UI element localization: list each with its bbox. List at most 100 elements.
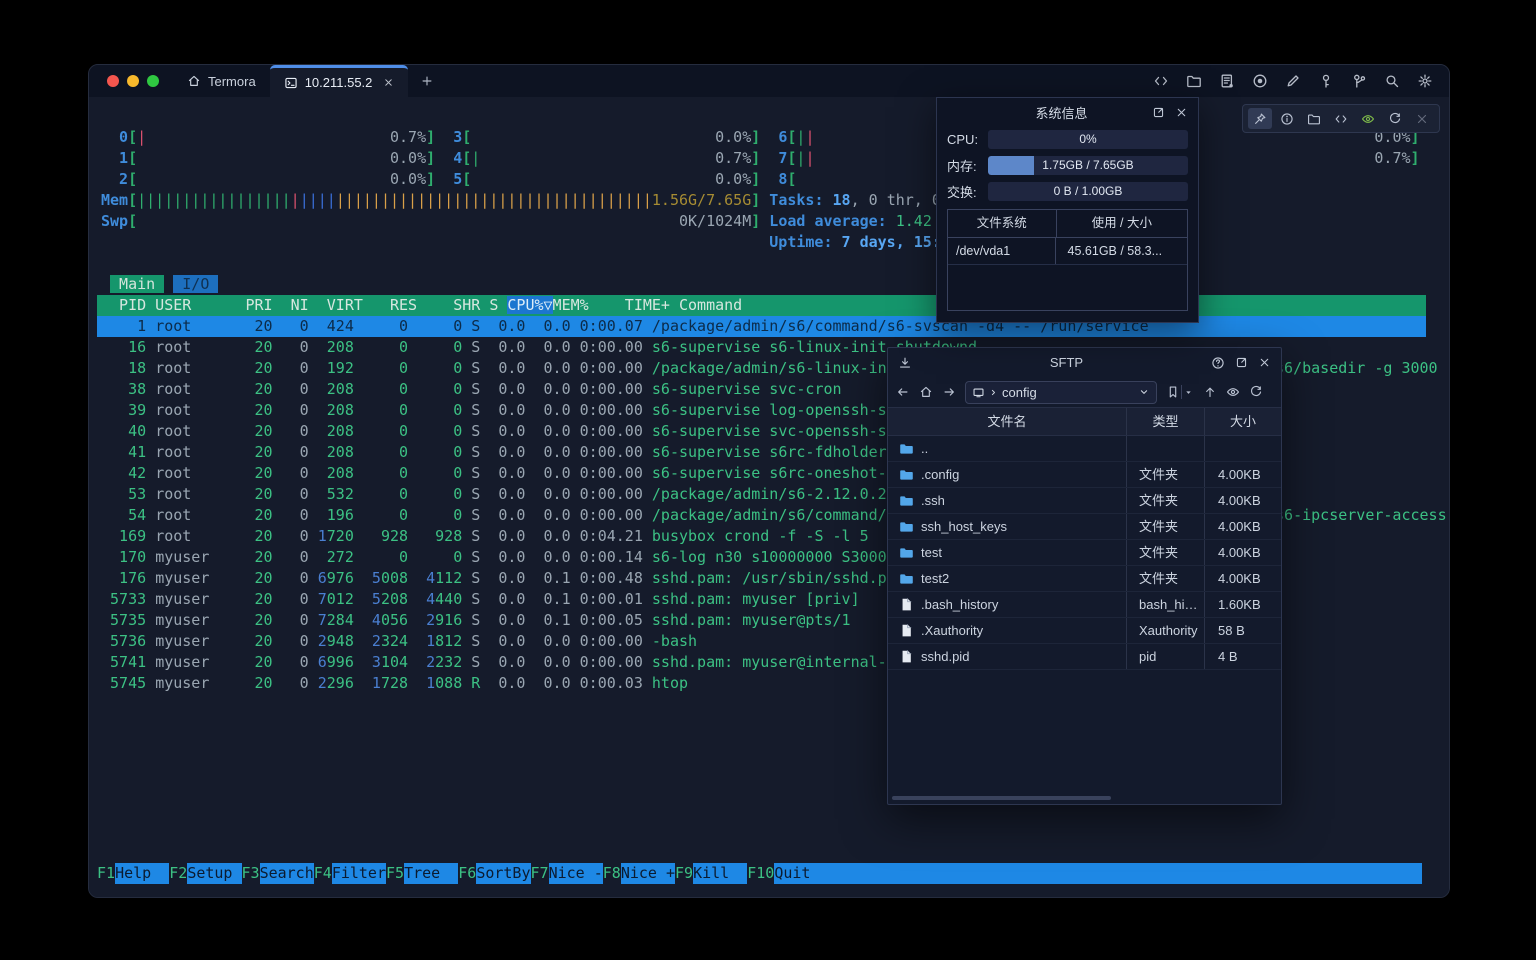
chevron-down-icon[interactable] [1138, 386, 1150, 398]
sftp-file-row[interactable]: .bash_historybash_history1.60KB [888, 592, 1281, 618]
fkey-f1: F1 [97, 863, 115, 884]
fkey-f9-button[interactable]: Kill [693, 863, 747, 884]
system-info-title: 系统信息 [947, 103, 1142, 122]
file-name: test [921, 540, 942, 565]
horizontal-scrollbar[interactable] [892, 796, 1111, 800]
help-icon[interactable] [1211, 356, 1225, 370]
close-icon[interactable] [1175, 106, 1188, 119]
sftp-title: SFTP [922, 355, 1201, 370]
settings-icon[interactable] [1417, 73, 1433, 89]
fkey-f5-button[interactable]: Tree [404, 863, 458, 884]
cpu-meter-row: 0[| 0.7%] 3[ 0.0%] 6[|| 0.0%] [97, 127, 1426, 148]
pin-icon[interactable] [1248, 108, 1272, 129]
new-tab-button[interactable] [408, 65, 446, 97]
sys-metric-row: 交换:0 B / 1.00GB [937, 178, 1198, 204]
log-icon[interactable] [1219, 73, 1235, 89]
file-name: .bash_history [921, 592, 998, 617]
tab-session[interactable]: 10.211.55.2 [270, 65, 409, 97]
fkey-f2: F2 [169, 863, 187, 884]
floating-toolbar [1242, 104, 1440, 133]
process-row: 1 root 20 0 424 0 0 S 0.0 0.0 0:00.07 /p… [97, 316, 1426, 337]
close-icon[interactable] [1410, 108, 1434, 129]
external-icon[interactable] [1235, 356, 1248, 369]
folder-icon[interactable] [1302, 108, 1326, 129]
folder-icon [899, 441, 914, 456]
close-icon[interactable] [1258, 356, 1271, 369]
close-window-button[interactable] [107, 75, 119, 87]
up-icon[interactable] [1203, 385, 1217, 399]
record-icon[interactable] [1252, 73, 1268, 89]
fkey-f1-button[interactable]: Help [115, 863, 169, 884]
sftp-file-row[interactable]: test2文件夹4.00KB [888, 566, 1281, 592]
fkey-f4-button[interactable]: Filter [332, 863, 386, 884]
column-header-name[interactable]: 文件名 [888, 408, 1126, 435]
blank-row [97, 253, 1426, 274]
sftp-toolbar: config [888, 377, 1281, 407]
file-type: Xauthority [1126, 618, 1204, 643]
sftp-header-row: 文件名 类型 大小 [888, 407, 1281, 436]
folder-icon [899, 571, 914, 586]
minimize-window-button[interactable] [127, 75, 139, 87]
fkey-f7-button[interactable]: Nice - [549, 863, 603, 884]
home-icon[interactable] [919, 385, 933, 399]
fkey-f3-button[interactable]: Search [260, 863, 314, 884]
folder-icon [899, 519, 914, 534]
fs-row[interactable]: /dev/vda145.61GB / 58.3... [948, 238, 1187, 265]
code-icon[interactable] [1153, 73, 1169, 89]
sftp-file-row[interactable]: .config文件夹4.00KB [888, 462, 1281, 488]
refresh-icon[interactable] [1383, 108, 1407, 129]
file-name: .. [921, 436, 928, 461]
tab-session-label: 10.211.55.2 [305, 75, 373, 90]
cpu-meter-row: 1[ 0.0%] 4[| 0.7%] 7[|| 0.7%] [97, 148, 1426, 169]
sftp-file-row[interactable]: .ssh文件夹4.00KB [888, 488, 1281, 514]
file-type: bash_history [1126, 592, 1204, 617]
code-icon[interactable] [1329, 108, 1353, 129]
zoom-window-button[interactable] [147, 75, 159, 87]
tab-home[interactable]: Termora [173, 65, 270, 97]
search-icon[interactable] [1384, 73, 1400, 89]
caret-down-icon[interactable] [1183, 387, 1194, 398]
path-input[interactable]: config [965, 381, 1157, 404]
fkey-f6-button[interactable]: SortBy [476, 863, 530, 884]
filesystem-table: 文件系统 使用 / 大小 /dev/vda145.61GB / 58.3... [947, 209, 1188, 311]
system-info-panel: 系统信息 CPU:0%内存:1.75GB / 7.65GB交换:0 B / 1.… [936, 97, 1199, 323]
titlebar-actions [1153, 65, 1449, 97]
file-icon [899, 597, 914, 612]
column-header-type[interactable]: 类型 [1126, 408, 1204, 435]
folder-icon[interactable] [1186, 73, 1202, 89]
sftp-file-row[interactable]: sshd.pidpid4 B [888, 644, 1281, 670]
column-header-size[interactable]: 大小 [1204, 408, 1281, 435]
back-icon[interactable] [896, 385, 910, 399]
refresh-icon[interactable] [1249, 385, 1263, 399]
fkey-f10: F10 [747, 863, 774, 884]
sftp-file-row[interactable]: test文件夹4.00KB [888, 540, 1281, 566]
sys-metric-value: 0% [988, 130, 1188, 149]
info-icon[interactable] [1275, 108, 1299, 129]
file-type [1126, 436, 1204, 461]
fkey-f5: F5 [386, 863, 404, 884]
key-icon[interactable] [1318, 73, 1334, 89]
file-size: 4.00KB [1204, 488, 1281, 513]
close-tab-icon[interactable] [383, 77, 394, 88]
folder-icon [899, 467, 914, 482]
computer-icon [972, 386, 985, 399]
fkey-f10-button[interactable]: Quit [774, 863, 828, 884]
sftp-file-row[interactable]: .XauthorityXauthority58 B [888, 618, 1281, 644]
file-type: 文件夹 [1126, 566, 1204, 591]
external-icon[interactable] [1152, 106, 1165, 119]
terminal-icon [284, 76, 298, 90]
edit-icon[interactable] [1285, 73, 1301, 89]
htop-function-bar: F1Help F2Setup F3SearchF4FilterF5Tree F6… [97, 863, 1422, 884]
swap-meter-row: Swp[ 0K/1024M] Load average: 1.42 1.03 0… [97, 211, 1426, 232]
download-icon[interactable] [898, 356, 912, 370]
fkey-f2-button[interactable]: Setup [187, 863, 241, 884]
eye-icon[interactable] [1356, 108, 1380, 129]
eye-icon[interactable] [1226, 385, 1240, 399]
forward-icon[interactable] [942, 385, 956, 399]
uptime-row: Uptime: 7 days, 15:30:06 [97, 232, 1426, 253]
bookmark-icon[interactable] [1166, 385, 1180, 399]
fkey-f8-button[interactable]: Nice + [621, 863, 675, 884]
keychain-icon[interactable] [1351, 73, 1367, 89]
sftp-file-row[interactable]: ssh_host_keys文件夹4.00KB [888, 514, 1281, 540]
sftp-file-row[interactable]: .. [888, 436, 1281, 462]
